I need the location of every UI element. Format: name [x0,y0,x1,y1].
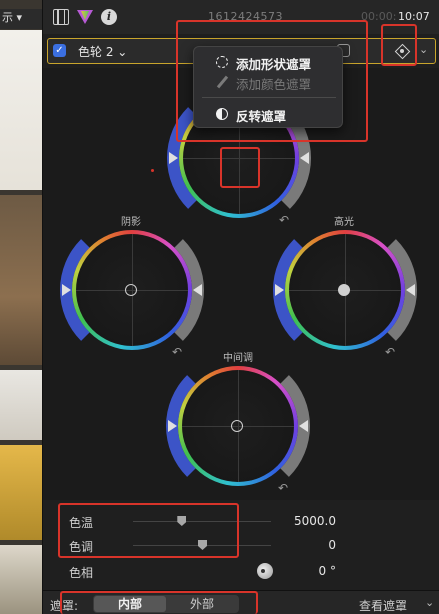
saturation-handle[interactable] [275,284,284,296]
mask-segmented-control: 内部 外部 [93,595,239,613]
menu-separator [202,97,336,98]
preview-image [0,195,42,365]
reset-icon[interactable]: ↶ [279,213,289,227]
reset-icon[interactable]: ↶ [385,345,395,359]
film-icon[interactable] [53,8,69,25]
preview-image [0,30,42,190]
add-color-mask-menu-item: 添加颜色遮罩 [194,71,344,93]
invert-icon [216,108,228,120]
mask-inside-tab[interactable]: 内部 [94,596,166,612]
hue-label: 色相 [69,566,94,580]
shape-mask-icon [216,56,228,68]
mask-menu: 添加形状遮罩 添加颜色遮罩 反转遮罩 [193,46,343,128]
mask-outside-tab[interactable]: 外部 [166,596,238,612]
effect-enable-checkbox[interactable]: ✓ [53,44,66,57]
effect-name-popup[interactable]: 色轮 2 ⌄ [78,43,127,60]
color-puck[interactable] [125,284,137,296]
color-puck[interactable] [231,420,243,432]
chevron-down-icon[interactable]: ⌄ [425,596,434,609]
inspector-panel: i 1612424573 00:00: 10:07 ✓ 色轮 2 ⌄ ⌄ ↶ 阴… [42,0,439,614]
brightness-handle[interactable] [193,284,202,296]
temperature-label: 色温 [69,516,94,530]
temperature-row: 色温 5000.0 [43,510,439,534]
mask-label: 遮罩: [50,599,79,613]
hue-dial[interactable] [257,563,273,579]
temperature-slider-knob[interactable] [177,516,187,526]
shadows-color-wheel[interactable]: ↶ [60,218,204,362]
color-inspector-icon[interactable] [77,10,93,24]
menu-item-label: 添加颜色遮罩 [236,77,312,92]
preview-image [0,445,42,540]
tint-value[interactable]: 0 [328,538,336,552]
menu-item-label: 反转遮罩 [236,109,287,124]
preview-image [0,370,42,440]
color-wheels-area: ↶ 阴影 ↶ 高光 ↶ 中间调 ↶ 添加形状遮罩 添加颜色遮罩 反转遮罩 [43,46,439,500]
preview-image [0,545,42,614]
timecode: 10:07 [398,10,430,23]
inspector-toolbar: i 1612424573 00:00: 10:07 [43,0,439,34]
saturation-handle[interactable] [168,420,177,432]
stray-dot [151,169,154,172]
midtones-color-wheel[interactable]: ↶ [166,354,310,498]
clip-name: 1612424573 [208,10,283,23]
brightness-handle[interactable] [300,152,309,164]
mask-bar: 遮罩: 内部 外部 查看遮罩 ⌄ [43,590,439,614]
info-icon[interactable]: i [101,9,117,25]
apply-mask-icon[interactable] [394,43,410,59]
add-shape-mask-menu-item[interactable]: 添加形状遮罩 [194,51,344,73]
reset-icon[interactable]: ↶ [172,345,182,359]
view-mask-button[interactable]: 查看遮罩 [359,597,407,614]
brightness-handle[interactable] [299,420,308,432]
temperature-slider[interactable] [133,521,271,522]
hue-value[interactable]: 0 ° [319,564,336,578]
tint-label: 色调 [69,540,94,554]
invert-mask-menu-item[interactable]: 反转遮罩 [194,103,344,125]
tint-slider-knob[interactable] [198,540,207,550]
viewer-strip: 示 ▾ [0,0,42,614]
highlights-color-wheel[interactable]: ↶ [273,218,417,362]
chevron-down-icon[interactable]: ⌄ [419,43,428,56]
brightness-handle[interactable] [406,284,415,296]
hue-row: 色相 0 ° [43,560,439,584]
saturation-handle[interactable] [169,152,178,164]
eyedropper-icon [216,76,228,88]
tint-row: 色调 0 [43,534,439,558]
saturation-handle[interactable] [62,284,71,296]
temperature-value[interactable]: 5000.0 [294,514,336,528]
viewer-label[interactable]: 示 ▾ [0,9,42,29]
timecode-prefix: 00:00: [361,10,397,23]
reset-icon[interactable]: ↶ [278,481,288,495]
color-puck[interactable] [338,284,350,296]
